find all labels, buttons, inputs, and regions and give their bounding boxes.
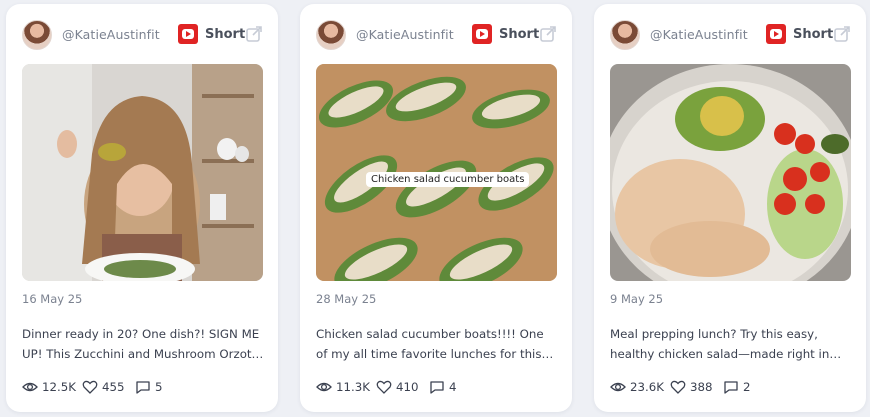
post-card[interactable]: @KatieAustinfit Short 16 May 25 Dinner r… [6,4,278,412]
heart-icon [670,380,686,394]
comments-count: 4 [449,380,457,394]
likes-count: 455 [102,380,125,394]
post-date: 16 May 25 [22,292,83,306]
heart-icon [82,380,98,394]
video-caption-overlay: Chicken salad cucumber boats [366,172,530,187]
eye-icon [22,382,38,392]
post-description: Meal prepping lunch? Try this easy, heal… [610,327,830,361]
views-count: 12.5K [42,380,77,394]
comment-icon [136,381,150,394]
avatar[interactable] [610,20,640,50]
youtube-icon [178,24,198,44]
external-link-icon[interactable] [538,24,558,44]
card-header: @KatieAustinfit Short [22,20,262,50]
creator-handle[interactable]: @KatieAustinfit [356,27,454,42]
creator-handle[interactable]: @KatieAustinfit [62,27,160,42]
eye-icon [610,382,626,392]
post-date: 28 May 25 [316,292,377,306]
platform-label: Short [499,27,540,42]
video-thumbnail[interactable] [22,64,263,281]
heart-icon [376,380,392,394]
likes-count: 410 [396,380,419,394]
external-link-icon[interactable] [832,24,852,44]
platform-label: Short [205,27,246,42]
video-thumbnail[interactable] [610,64,851,281]
post-description: Chicken salad cucumber boats!!!! One of … [316,327,544,361]
card-header: @KatieAustinfit Short [610,20,850,50]
video-thumbnail[interactable]: Chicken salad cucumber boats [316,64,557,281]
youtube-icon [472,24,492,44]
platform-label: Short [793,27,834,42]
post-date: 9 May 25 [610,292,664,306]
avatar[interactable] [22,20,52,50]
comments-count: 5 [155,380,163,394]
card-header: @KatieAustinfit Short [316,20,556,50]
avatar[interactable] [316,20,346,50]
views-count: 11.3K [336,380,371,394]
eye-icon [316,382,332,392]
comments-count: 2 [743,380,751,394]
post-card[interactable]: @KatieAustinfit Short 9 May 25 Meal prep… [594,4,866,412]
comment-icon [724,381,738,394]
views-count: 23.6K [630,380,665,394]
creator-handle[interactable]: @KatieAustinfit [650,27,748,42]
external-link-icon[interactable] [244,24,264,44]
youtube-icon [766,24,786,44]
comment-icon [430,381,444,394]
post-card[interactable]: @KatieAustinfit Short Chicken salad cucu… [300,4,572,412]
post-description: Dinner ready in 20? One dish?! SIGN ME U… [22,327,264,361]
likes-count: 388 [690,380,713,394]
